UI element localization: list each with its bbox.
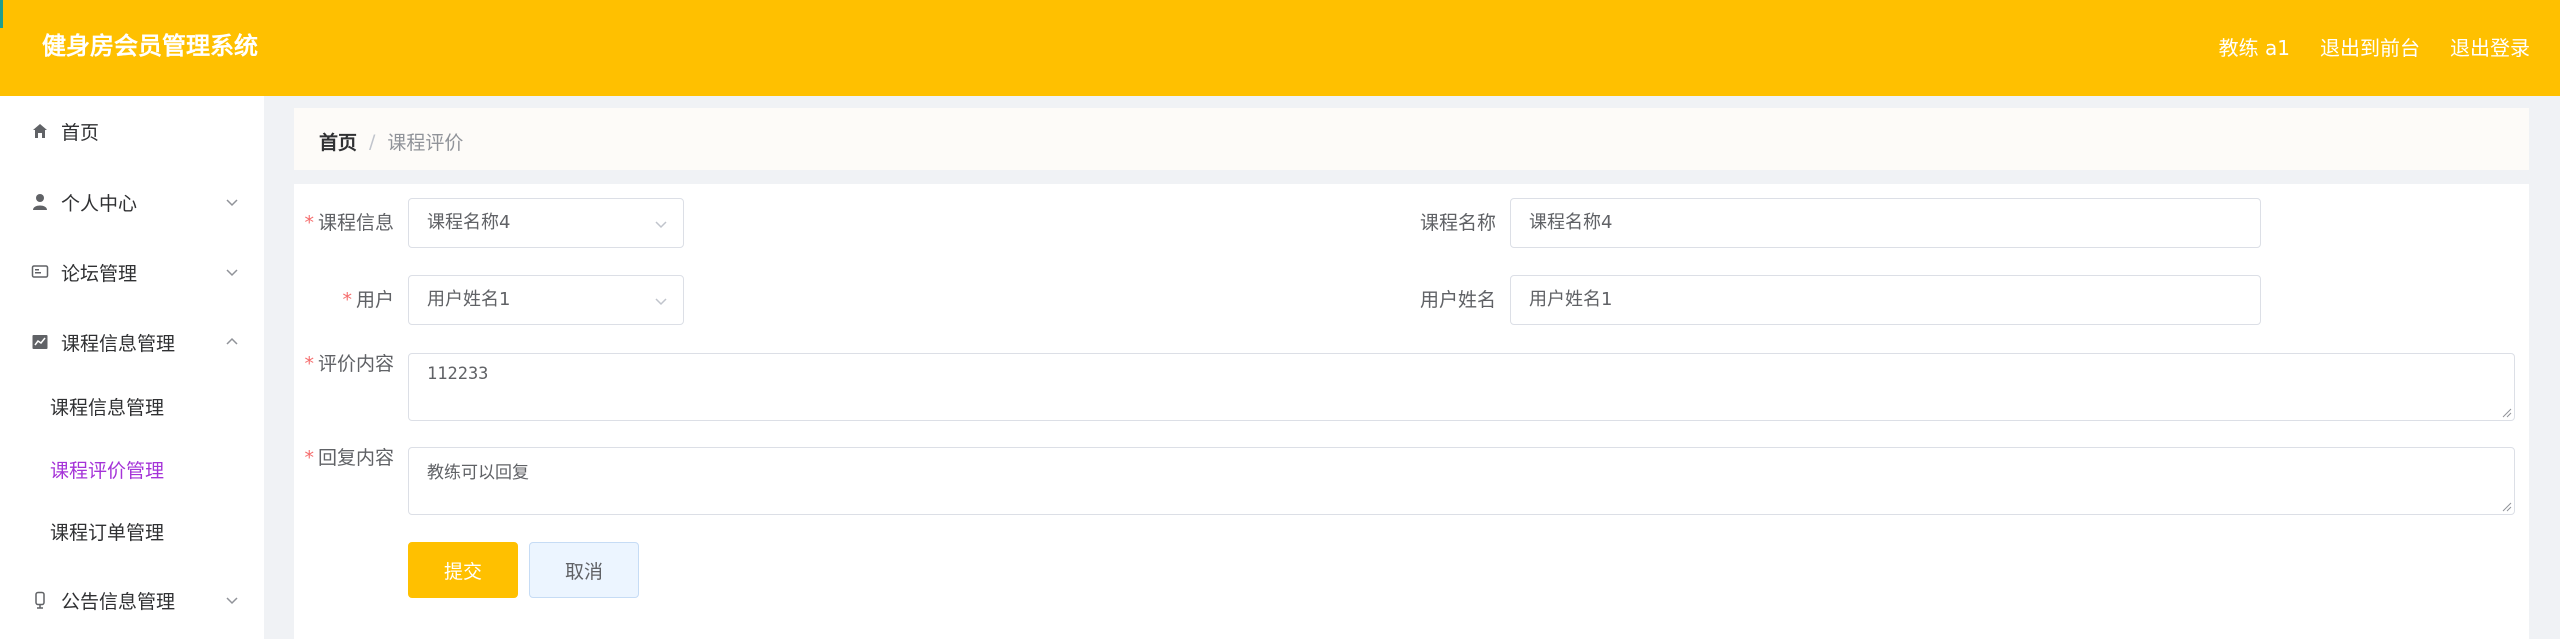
course-name-label: 课程名称	[1419, 212, 1496, 234]
sidebar-subitem-course-info[interactable]: 课程信息管理	[0, 386, 264, 426]
resize-handle-icon[interactable]	[2500, 500, 2512, 512]
home-icon	[30, 121, 50, 141]
breadcrumb-bar: 首页 / 课程评价	[294, 108, 2529, 170]
sidebar-subitem-course-order[interactable]: 课程订单管理	[0, 511, 264, 551]
cancel-button[interactable]: 取消	[529, 542, 639, 598]
review-form: * 课程信息 课程名称4 课程名称 课程名称4 * 用户 用户姓名1 用户姓名 用户…	[294, 184, 2529, 639]
review-label: * 评价内容	[304, 353, 394, 375]
sidebar-item-home[interactable]: 首页	[0, 111, 264, 151]
user-name-value: 用户姓名1	[1529, 289, 1613, 310]
sidebar-subitem-label: 课程评价管理	[50, 459, 165, 482]
reply-textarea[interactable]: 教练可以回复	[408, 447, 2515, 515]
logout-link[interactable]: 退出登录	[2450, 32, 2530, 61]
reply-value: 教练可以回复	[427, 463, 529, 483]
forum-icon	[30, 262, 50, 282]
user-label: * 用户	[342, 289, 394, 311]
resize-handle-icon[interactable]	[2500, 406, 2512, 418]
chevron-down-icon	[655, 298, 667, 306]
front-link[interactable]: 退出到前台	[2320, 32, 2420, 61]
breadcrumb-separator: /	[369, 130, 376, 153]
course-info-label: * 课程信息	[304, 212, 394, 234]
review-textarea[interactable]: 112233	[408, 353, 2515, 421]
announce-icon	[30, 590, 50, 610]
sidebar-item-label: 课程信息管理	[61, 332, 176, 355]
user-name: 教练 a1	[2218, 35, 2290, 60]
chevron-up-icon	[226, 337, 238, 345]
sidebar-item-label: 个人中心	[61, 192, 138, 215]
user-name-label: 用户姓名	[1419, 289, 1496, 311]
chevron-down-icon	[226, 269, 238, 277]
sidebar-item-forum[interactable]: 论坛管理	[0, 252, 264, 292]
top-right-links: 教练 a1 退出到前台 退出登录	[2219, 28, 2560, 64]
submit-button[interactable]: 提交	[408, 542, 518, 598]
course-name-value: 课程名称4	[1529, 212, 1613, 233]
sidebar-item-personal[interactable]: 个人中心	[0, 182, 264, 222]
corner-mark	[0, 0, 3, 28]
breadcrumb-current: 课程评价	[387, 132, 464, 154]
course-name-input[interactable]: 课程名称4	[1510, 198, 2261, 248]
breadcrumb: 首页 / 课程评价	[319, 128, 463, 155]
sidebar: 首页 个人中心 论坛管理 课程信息管理 课程信息管理 课程评价管理 课程订单管理…	[0, 96, 264, 639]
chevron-down-icon	[655, 221, 667, 229]
sidebar-item-label: 首页	[61, 121, 100, 144]
chevron-down-icon	[226, 199, 238, 207]
user-select[interactable]: 用户姓名1	[408, 275, 684, 325]
sidebar-subitem-course-review[interactable]: 课程评价管理	[0, 449, 264, 489]
sidebar-item-label: 公告信息管理	[61, 590, 176, 613]
top-bar: 健身房会员管理系统 教练 a1 退出到前台 退出登录	[0, 0, 2560, 96]
user-icon	[30, 192, 50, 212]
review-value: 112233	[427, 364, 489, 384]
reply-label: * 回复内容	[304, 447, 394, 469]
app-title: 健身房会员管理系统	[42, 32, 258, 60]
sidebar-item-announcement[interactable]: 公告信息管理	[0, 580, 264, 620]
course-info-select[interactable]: 课程名称4	[408, 198, 684, 248]
sidebar-item-course-info[interactable]: 课程信息管理	[0, 322, 264, 362]
user-name-input[interactable]: 用户姓名1	[1510, 275, 2261, 325]
sidebar-subitem-label: 课程信息管理	[50, 396, 165, 419]
chevron-down-icon	[226, 597, 238, 605]
user-value: 用户姓名1	[427, 289, 511, 310]
sidebar-item-label: 论坛管理	[61, 262, 138, 285]
course-info-value: 课程名称4	[427, 212, 511, 233]
breadcrumb-home[interactable]: 首页	[319, 128, 357, 155]
chart-icon	[30, 332, 50, 352]
sidebar-subitem-label: 课程订单管理	[50, 521, 165, 544]
